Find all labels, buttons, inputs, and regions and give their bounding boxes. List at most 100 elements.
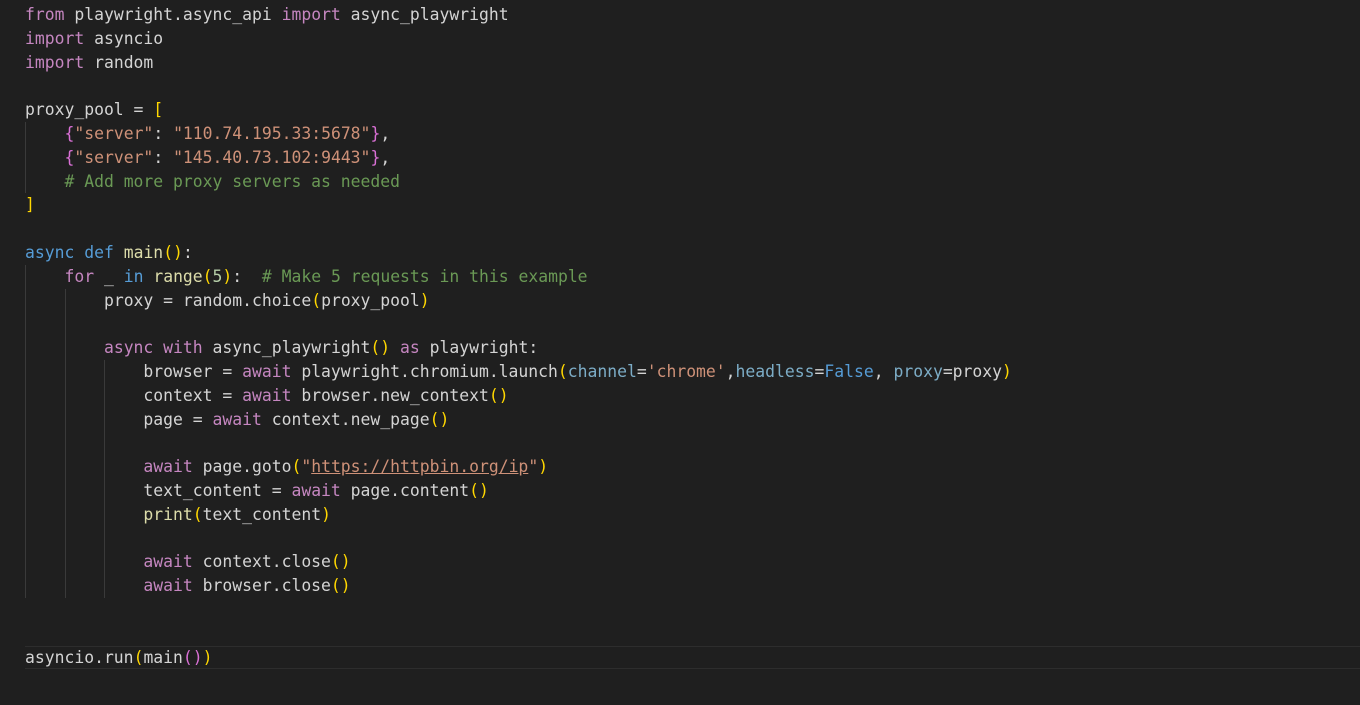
- indent-guide: [25, 383, 26, 408]
- code-token: ,: [380, 123, 391, 143]
- code-line[interactable]: async def main():: [25, 241, 1360, 265]
- indent-guide: [25, 550, 26, 575]
- code-line[interactable]: import asyncio: [25, 27, 1360, 51]
- code-editor[interactable]: from playwright.async_api import async_p…: [0, 0, 1360, 705]
- code-line[interactable]: text_content = await page.content(): [25, 478, 1360, 503]
- code-token: async: [25, 242, 75, 262]
- code-line[interactable]: page = await context.new_page(): [25, 407, 1360, 432]
- indent-guide: [25, 336, 26, 360]
- code-line[interactable]: asyncio.run(main()): [25, 646, 1360, 670]
- code-token: page: [143, 409, 183, 429]
- code-token: ): [202, 647, 213, 667]
- code-token: [: [153, 100, 164, 120]
- indent-guide: [104, 359, 106, 384]
- code-token: browser.close: [192, 576, 331, 596]
- code-token: }: [370, 147, 381, 167]
- code-token: =: [636, 361, 647, 381]
- code-token: :: [153, 123, 174, 143]
- code-token: def: [84, 242, 114, 262]
- code-token: random: [84, 52, 154, 72]
- code-line[interactable]: await page.goto("https://httpbin.org/ip"…: [25, 455, 1360, 479]
- code-token: =: [182, 409, 213, 429]
- code-token: as: [400, 338, 420, 358]
- code-line[interactable]: print(text_content): [25, 502, 1360, 527]
- code-line[interactable]: async with async_playwright() as playwri…: [25, 336, 1360, 360]
- code-token: "145.40.73.102:9443": [173, 147, 371, 167]
- code-token: from: [25, 5, 65, 24]
- code-token: (: [133, 647, 144, 667]
- code-area[interactable]: from playwright.async_api import async_p…: [25, 3, 1360, 669]
- code-line[interactable]: # Add more proxy servers as needed: [25, 169, 1360, 194]
- code-line[interactable]: {"server": "145.40.73.102:9443"},: [25, 145, 1360, 170]
- code-token: import: [281, 5, 341, 24]
- code-line[interactable]: [25, 74, 1360, 98]
- code-token: await: [143, 457, 193, 477]
- indent-guide: [25, 288, 26, 313]
- indent-guide: [25, 169, 26, 194]
- code-line[interactable]: from playwright.async_api import async_p…: [25, 3, 1360, 27]
- indent-guide: [64, 336, 66, 360]
- code-line[interactable]: ]: [25, 193, 1360, 217]
- code-line[interactable]: [25, 312, 1360, 337]
- code-line[interactable]: proxy_pool = [: [25, 98, 1360, 122]
- code-token: with: [163, 338, 203, 358]
- code-token: await: [291, 480, 341, 500]
- code-token: 5: [212, 266, 223, 286]
- code-line[interactable]: proxy = random.choice(proxy_pool): [25, 288, 1360, 313]
- code-token: await: [212, 409, 262, 429]
- code-line[interactable]: [25, 598, 1360, 622]
- code-line[interactable]: context = await browser.new_context(): [25, 383, 1360, 408]
- indent-guide: [25, 407, 26, 432]
- code-token: choice: [251, 290, 312, 310]
- code-token: proxy: [893, 361, 943, 381]
- code-line[interactable]: [25, 526, 1360, 551]
- code-token: (): [370, 338, 391, 358]
- code-token: context.new_page: [261, 409, 430, 429]
- code-token: = random.: [153, 290, 252, 310]
- code-token: range: [153, 266, 203, 286]
- indent-guide: [64, 502, 66, 527]
- indent-guide: [64, 383, 66, 408]
- code-token: ,: [380, 147, 391, 167]
- code-token: async_playwright: [212, 338, 371, 358]
- code-token: # Make 5 requests in this example: [261, 266, 588, 286]
- code-line[interactable]: for _ in range(5): # Make 5 requests in …: [25, 264, 1360, 289]
- code-token: (: [202, 266, 213, 286]
- code-token: =proxy: [942, 361, 1003, 381]
- indent-guide: [64, 288, 66, 313]
- code-token: asyncio: [84, 28, 164, 48]
- code-line[interactable]: await browser.close(): [25, 574, 1360, 598]
- code-token: context.close: [192, 552, 331, 572]
- code-token: (): [330, 552, 351, 572]
- code-token: print: [143, 504, 193, 524]
- indent-guide: [64, 359, 66, 384]
- code-token: proxy_pool: [321, 290, 420, 310]
- code-line[interactable]: browser = await playwright.chromium.laun…: [25, 359, 1360, 384]
- code-line[interactable]: [25, 622, 1360, 646]
- code-line[interactable]: [25, 431, 1360, 456]
- code-token: in: [123, 266, 144, 286]
- code-token: headless: [735, 361, 815, 381]
- indent-guide: [64, 312, 66, 337]
- code-token: ]: [25, 195, 35, 215]
- code-line[interactable]: [25, 217, 1360, 241]
- code-line[interactable]: {"server": "110.74.195.33:5678"},: [25, 121, 1360, 146]
- indent-guide: [64, 574, 66, 598]
- code-token: (): [429, 409, 450, 429]
- code-line[interactable]: await context.close(): [25, 550, 1360, 575]
- code-token: }: [370, 123, 381, 143]
- indent-guide: [104, 455, 106, 479]
- code-token: =: [261, 480, 292, 500]
- code-token: page.goto: [192, 457, 292, 477]
- code-line[interactable]: import random: [25, 51, 1360, 75]
